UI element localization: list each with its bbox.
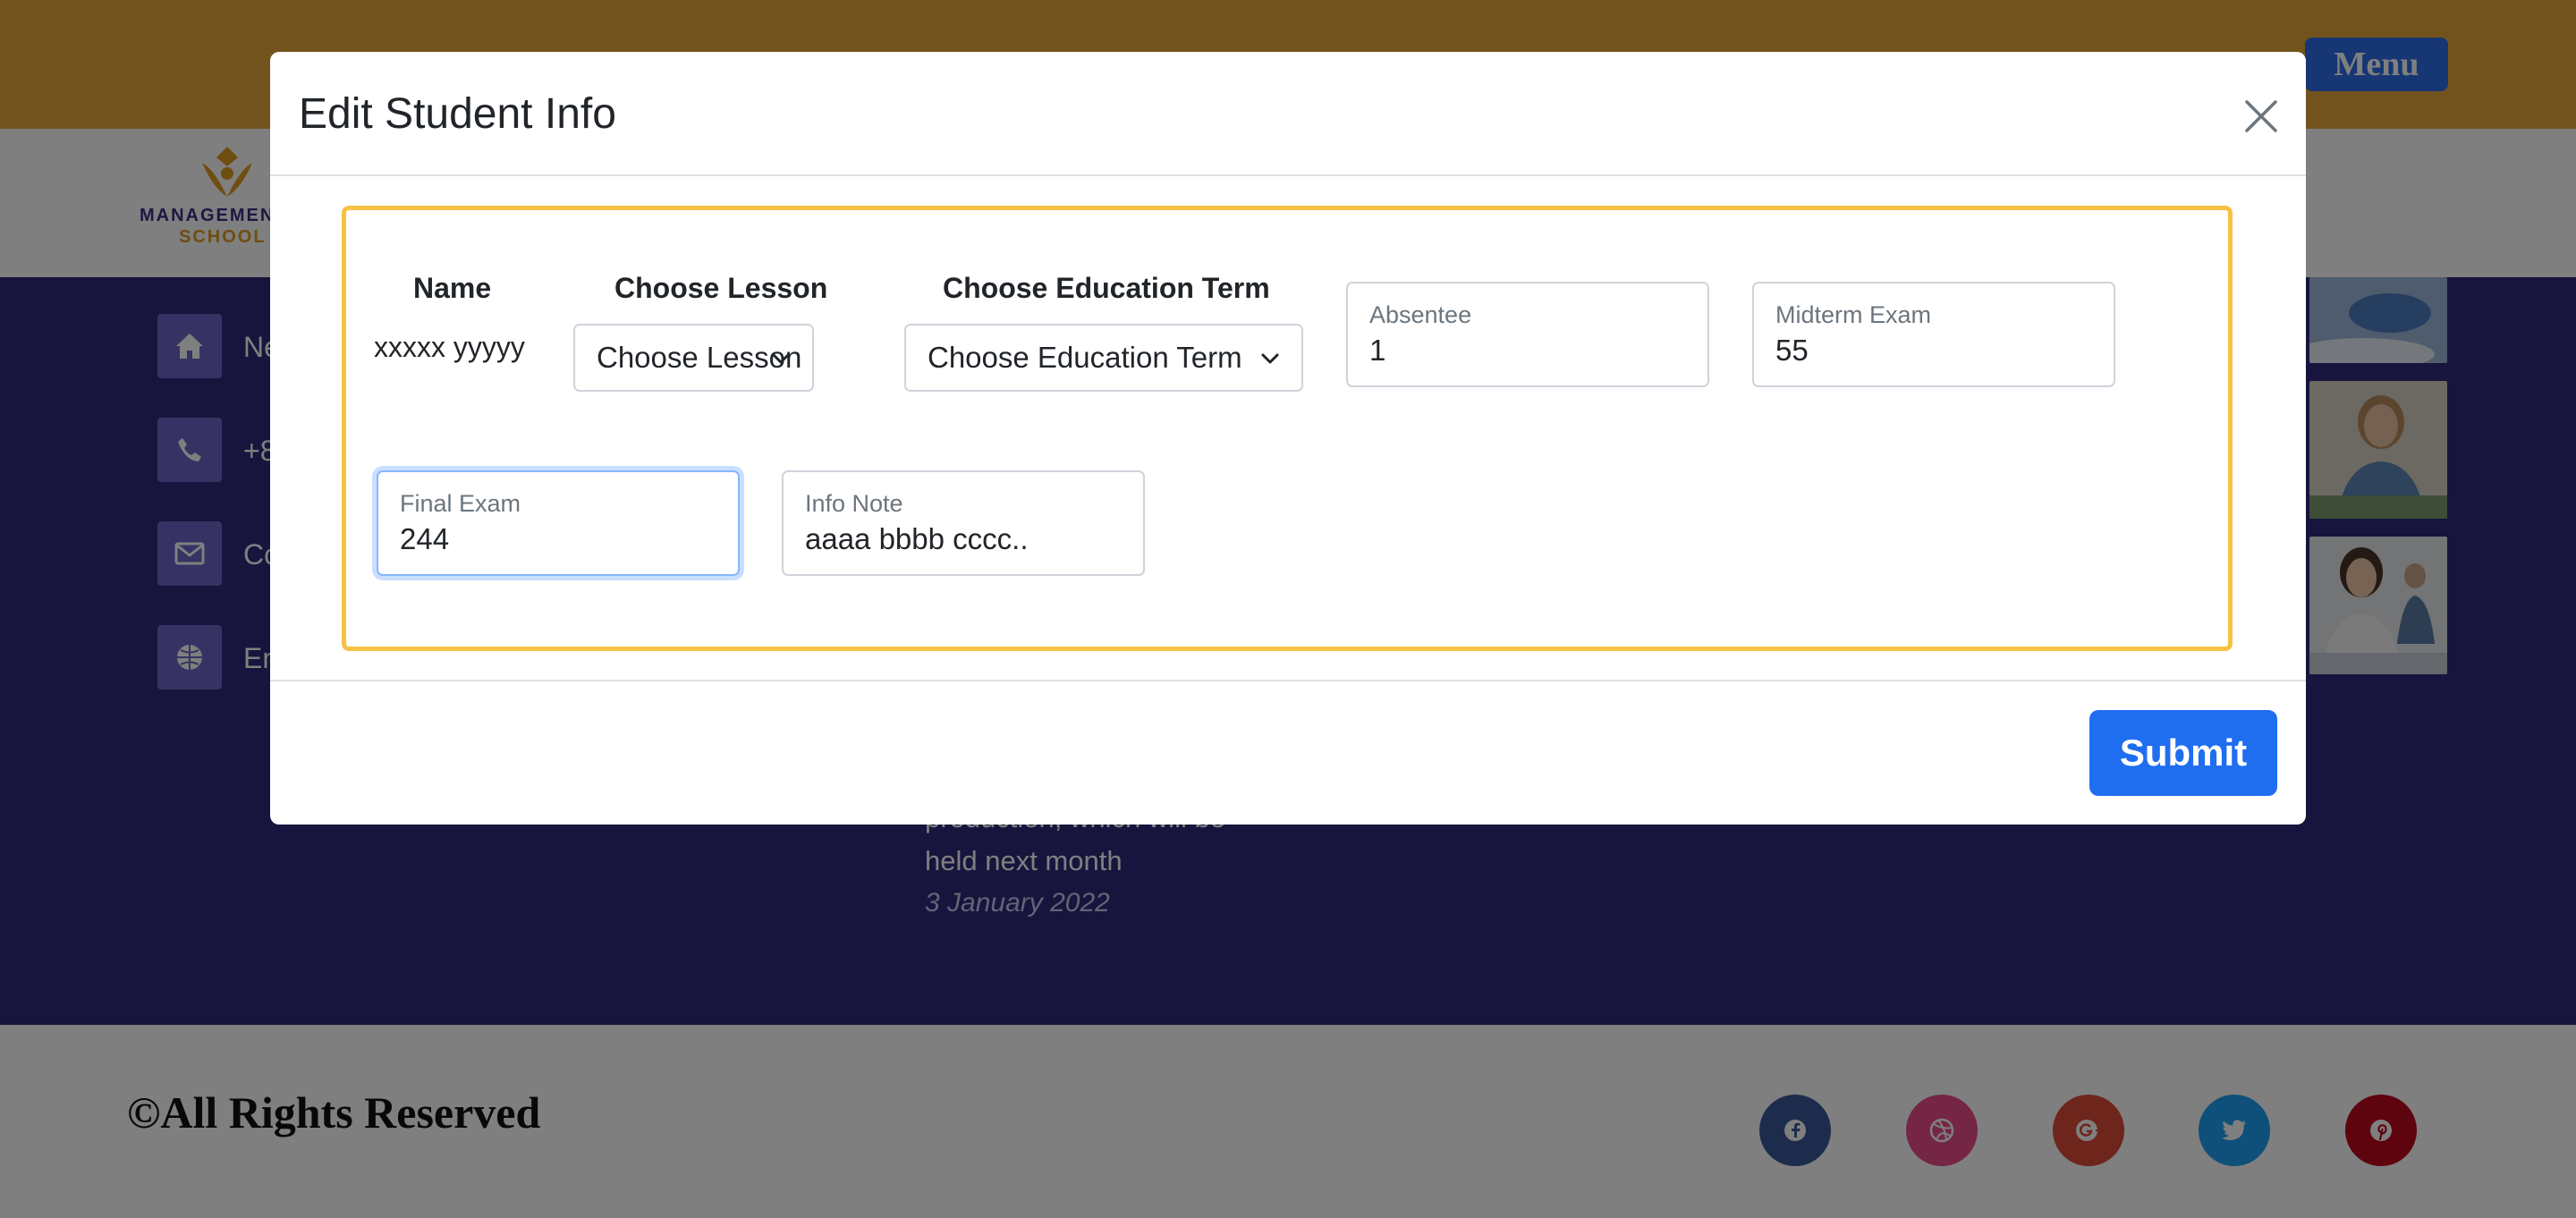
chevron-down-icon: [772, 353, 790, 364]
absentee-label: Absentee: [1369, 301, 1472, 328]
chevron-down-icon: [1261, 353, 1279, 364]
edit-student-modal: Edit Student Info Name xxxxx yyyyy Choos…: [270, 52, 2306, 825]
midterm-exam-value: 55: [1775, 334, 1809, 367]
student-name: xxxxx yyyyy: [374, 331, 525, 363]
term-label: Choose Education Term: [943, 272, 1270, 304]
close-icon: [2245, 100, 2277, 132]
absentee-field[interactable]: Absentee 1: [1346, 282, 1709, 387]
info-note-value: aaaa bbbb cccc..: [805, 522, 1029, 555]
modal-header-divider: [270, 174, 2306, 176]
education-term-select[interactable]: Choose Education Term: [904, 324, 1303, 392]
term-select-value: Choose Education Term: [928, 341, 1242, 374]
submit-button[interactable]: Submit: [2089, 710, 2277, 796]
final-exam-value: 244: [400, 522, 450, 555]
lesson-select[interactable]: Choose Lesson: [573, 324, 814, 392]
info-note-label: Info Note: [805, 490, 903, 517]
info-note-field[interactable]: Info Note aaaa bbbb cccc..: [782, 470, 1145, 576]
final-exam-field[interactable]: Final Exam 244: [377, 470, 740, 576]
absentee-value: 1: [1369, 334, 1386, 367]
midterm-exam-label: Midterm Exam: [1775, 301, 1932, 328]
close-button[interactable]: [2238, 93, 2284, 140]
modal-footer-divider: [270, 680, 2306, 681]
final-exam-label: Final Exam: [400, 490, 521, 517]
modal-title: Edit Student Info: [299, 90, 616, 138]
name-label: Name: [413, 272, 492, 304]
midterm-exam-field[interactable]: Midterm Exam 55: [1752, 282, 2115, 387]
lesson-label: Choose Lesson: [614, 272, 828, 304]
